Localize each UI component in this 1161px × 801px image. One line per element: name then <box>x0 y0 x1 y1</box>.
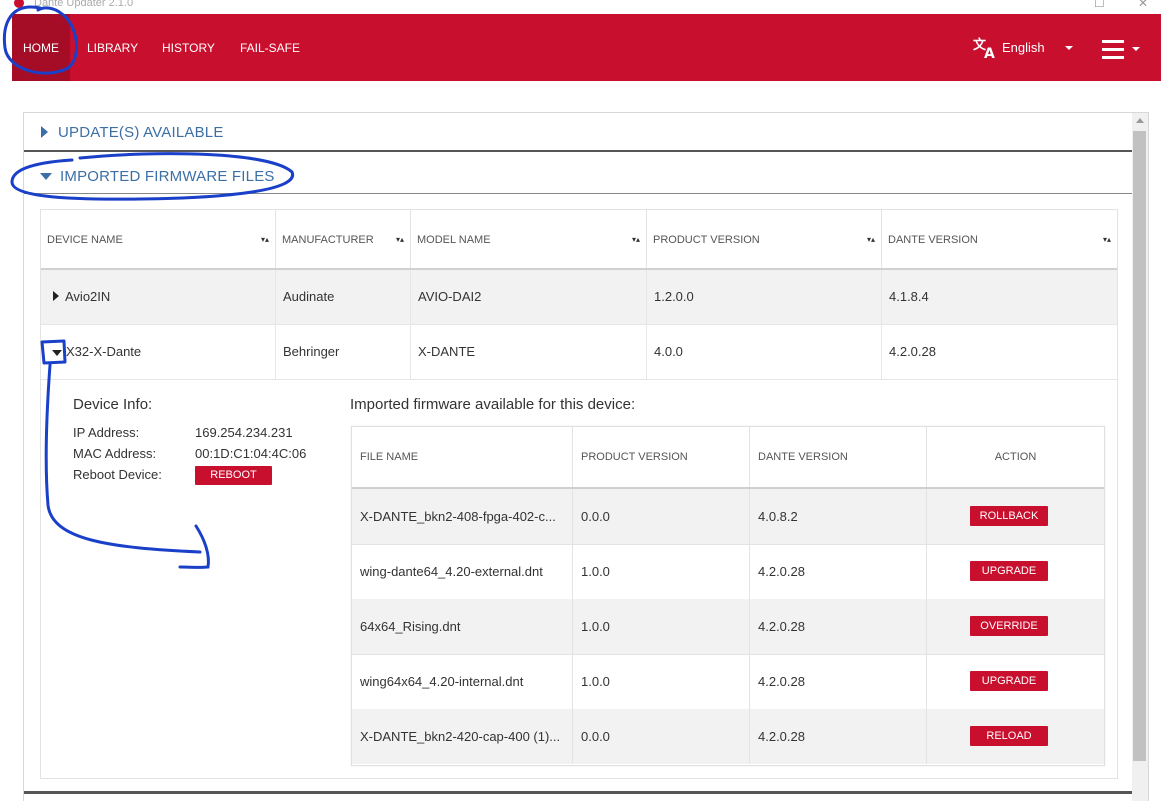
reboot-button[interactable]: REBOOT <box>195 466 272 485</box>
header-dante-version[interactable]: DANTE VERSION ▾▴ <box>882 210 1117 268</box>
fw-dante-version-cell: 4.2.0.28 <box>750 654 927 709</box>
maximize-icon[interactable]: ☐ <box>1094 0 1105 10</box>
header-file-name: FILE NAME <box>352 427 573 487</box>
override-button[interactable]: OVERRIDE <box>970 616 1048 636</box>
chevron-down-icon <box>1064 45 1073 50</box>
hamburger-menu-icon[interactable] <box>1102 40 1124 64</box>
firmware-table-header: FILE NAME PRODUCT VERSION DANTE VERSION … <box>352 427 1104 489</box>
fw-product-version-cell: 1.0.0 <box>573 544 750 599</box>
window-title: Dante Updater 2.1.0 <box>34 0 134 9</box>
model-cell: AVIO-DAI2 <box>411 270 647 324</box>
file-name-cell: X-DANTE_bkn2-408-fpga-402-c... <box>352 489 573 544</box>
rollback-button[interactable]: ROLLBACK <box>970 506 1048 526</box>
fw-product-version-cell: 0.0.0 <box>573 709 750 764</box>
scrollbar-thumb[interactable] <box>1133 131 1146 761</box>
section-updates-available[interactable]: UPDATE(S) AVAILABLE <box>24 113 1132 151</box>
collapse-row-icon[interactable] <box>52 349 62 356</box>
collapse-arrow-icon <box>40 172 52 180</box>
device-name: Avio2IN <box>65 289 111 304</box>
header-fw-product-version: PRODUCT VERSION <box>573 427 750 487</box>
header-product-version[interactable]: PRODUCT VERSION ▾▴ <box>647 210 882 268</box>
ip-value: 169.254.234.231 <box>195 425 293 440</box>
table-row: wing-dante64_4.20-external.dnt 1.0.0 4.2… <box>352 544 1104 600</box>
header-manufacturer[interactable]: MANUFACTURER ▾▴ <box>276 210 411 268</box>
sort-icon: ▾▴ <box>395 235 404 244</box>
fw-dante-version-cell: 4.2.0.28 <box>750 709 927 764</box>
device-info-title: Device Info: <box>73 396 153 413</box>
mac-value: 00:1D:C1:04:4C:06 <box>195 446 307 461</box>
upgrade-button[interactable]: UPGRADE <box>970 561 1048 581</box>
fw-dante-version-cell: 4.2.0.28 <box>750 599 927 654</box>
fw-product-version-cell: 1.0.0 <box>573 599 750 654</box>
table-row[interactable]: Avio2IN Audinate AVIO-DAI2 1.2.0.0 4.1.8… <box>41 270 1117 325</box>
sort-icon: ▾▴ <box>866 235 875 244</box>
table-row: X-DANTE_bkn2-420-cap-400 (1)... 0.0.0 4.… <box>352 709 1104 764</box>
expand-row-icon[interactable] <box>53 291 59 301</box>
nav-library[interactable]: LIBRARY <box>87 14 138 81</box>
product-version-cell: 1.2.0.0 <box>647 270 882 324</box>
table-row: X-DANTE_bkn2-408-fpga-402-c... 0.0.0 4.0… <box>352 489 1104 545</box>
main-panel: UPDATE(S) AVAILABLE IMPORTED FIRMWARE FI… <box>23 112 1149 801</box>
sort-icon: ▾▴ <box>260 235 269 244</box>
translate-icon: 文 A <box>973 37 995 60</box>
file-name-cell: wing-dante64_4.20-external.dnt <box>352 544 573 599</box>
header-action: ACTION <box>994 451 1037 463</box>
firmware-table: FILE NAME PRODUCT VERSION DANTE VERSION … <box>351 426 1105 766</box>
header-fw-dante-version: DANTE VERSION <box>750 427 927 487</box>
model-cell: X-DANTE <box>411 325 647 379</box>
upgrade-button[interactable]: UPGRADE <box>970 671 1048 691</box>
section-imported-title: IMPORTED FIRMWARE FILES <box>60 167 275 185</box>
reboot-label: Reboot Device: <box>73 467 162 482</box>
window-titlebar: Dante Updater 2.1.0 ☐ ✕ <box>0 0 1161 14</box>
app-logo-icon <box>14 0 24 8</box>
file-name-cell: wing64x64_4.20-internal.dnt <box>352 654 573 709</box>
device-name: X32-X-Dante <box>66 344 142 359</box>
header-model-name[interactable]: MODEL NAME ▾▴ <box>411 210 647 268</box>
menu-chevron-down-icon <box>1132 47 1140 51</box>
manufacturer-cell: Behringer <box>276 325 411 379</box>
nav-fail-safe[interactable]: FAIL-SAFE <box>240 14 300 81</box>
manufacturer-cell: Audinate <box>276 270 411 324</box>
table-row[interactable]: X32-X-Dante Behringer X-DANTE 4.0.0 4.2.… <box>41 325 1117 380</box>
device-table-header: DEVICE NAME ▾▴ MANUFACTURER ▾▴ MODEL NAME ▾… <box>41 210 1117 270</box>
language-label: English <box>1002 40 1045 55</box>
sort-icon: ▾▴ <box>1102 235 1111 244</box>
fw-product-version-cell: 1.0.0 <box>573 654 750 709</box>
vertical-scrollbar[interactable] <box>1132 113 1148 801</box>
file-name-cell: X-DANTE_bkn2-420-cap-400 (1)... <box>352 709 573 764</box>
dante-version-cell: 4.2.0.28 <box>889 344 936 359</box>
nav-home[interactable]: HOME <box>12 14 70 81</box>
mac-label: MAC Address: <box>73 446 157 461</box>
section-updates-title: UPDATE(S) AVAILABLE <box>58 123 224 141</box>
language-selector[interactable]: 文 A English <box>972 14 1073 81</box>
scroll-up-icon[interactable] <box>1136 118 1144 123</box>
product-version-cell: 4.0.0 <box>647 325 882 379</box>
ip-label: IP Address: <box>73 425 140 440</box>
table-row: wing64x64_4.20-internal.dnt 1.0.0 4.2.0.… <box>352 654 1104 710</box>
nav-history[interactable]: HISTORY <box>162 14 215 81</box>
expand-arrow-icon <box>41 126 48 138</box>
fw-dante-version-cell: 4.0.8.2 <box>750 489 927 544</box>
section-divider <box>24 193 1132 194</box>
fw-product-version-cell: 0.0.0 <box>573 489 750 544</box>
section-imported-firmware[interactable]: IMPORTED FIRMWARE FILES <box>24 157 1132 195</box>
reload-button[interactable]: RELOAD <box>970 726 1048 746</box>
table-row: 64x64_Rising.dnt 1.0.0 4.2.0.28 OVERRIDE <box>352 599 1104 655</box>
dante-version-cell: 4.1.8.4 <box>889 289 929 304</box>
fw-dante-version-cell: 4.2.0.28 <box>750 544 927 599</box>
sort-icon: ▾▴ <box>631 235 640 244</box>
top-navbar: HOME LIBRARY HISTORY FAIL-SAFE 文 A Engli… <box>12 14 1161 81</box>
imported-firmware-title: Imported firmware available for this dev… <box>350 396 636 413</box>
section-divider <box>24 150 1132 152</box>
header-device-name[interactable]: DEVICE NAME ▾▴ <box>41 210 276 268</box>
close-icon[interactable]: ✕ <box>1138 0 1148 10</box>
device-table: DEVICE NAME ▾▴ MANUFACTURER ▾▴ MODEL NAME ▾… <box>40 209 1118 779</box>
section-divider <box>24 791 1132 794</box>
svg-text:A: A <box>984 46 995 60</box>
file-name-cell: 64x64_Rising.dnt <box>352 599 573 654</box>
